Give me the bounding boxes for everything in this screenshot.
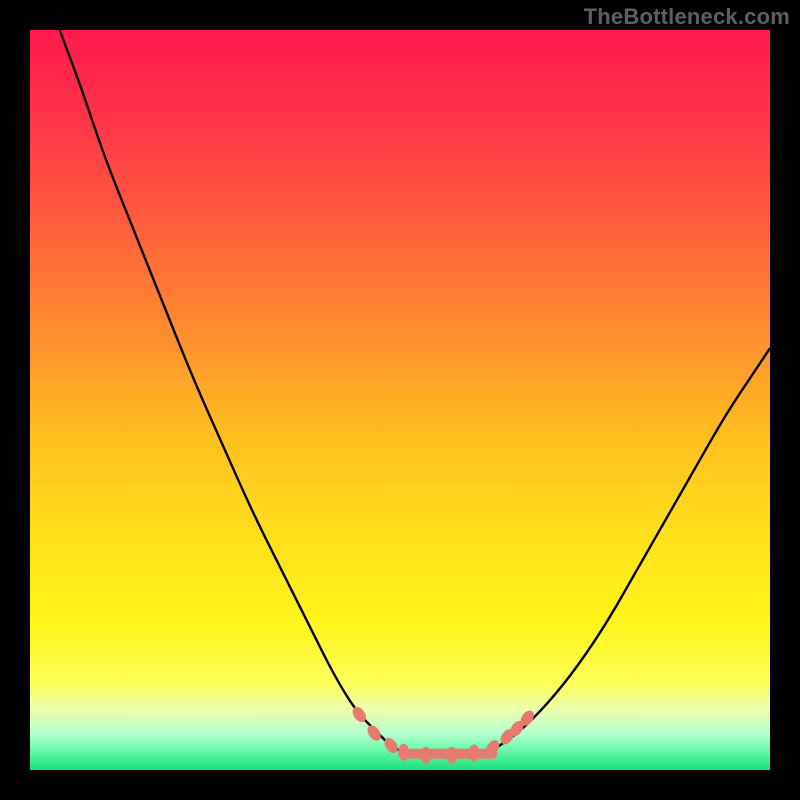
valley-marker <box>398 744 409 761</box>
valley-marker <box>420 747 431 764</box>
valley-marker <box>446 747 457 764</box>
curve-layer <box>30 30 770 770</box>
bottleneck-curve <box>60 30 770 755</box>
plot-area <box>30 30 770 770</box>
watermark-text: TheBottleneck.com <box>584 4 790 30</box>
valley-marker <box>365 723 384 743</box>
outer-frame: TheBottleneck.com <box>0 0 800 800</box>
valley-marker <box>469 744 480 761</box>
